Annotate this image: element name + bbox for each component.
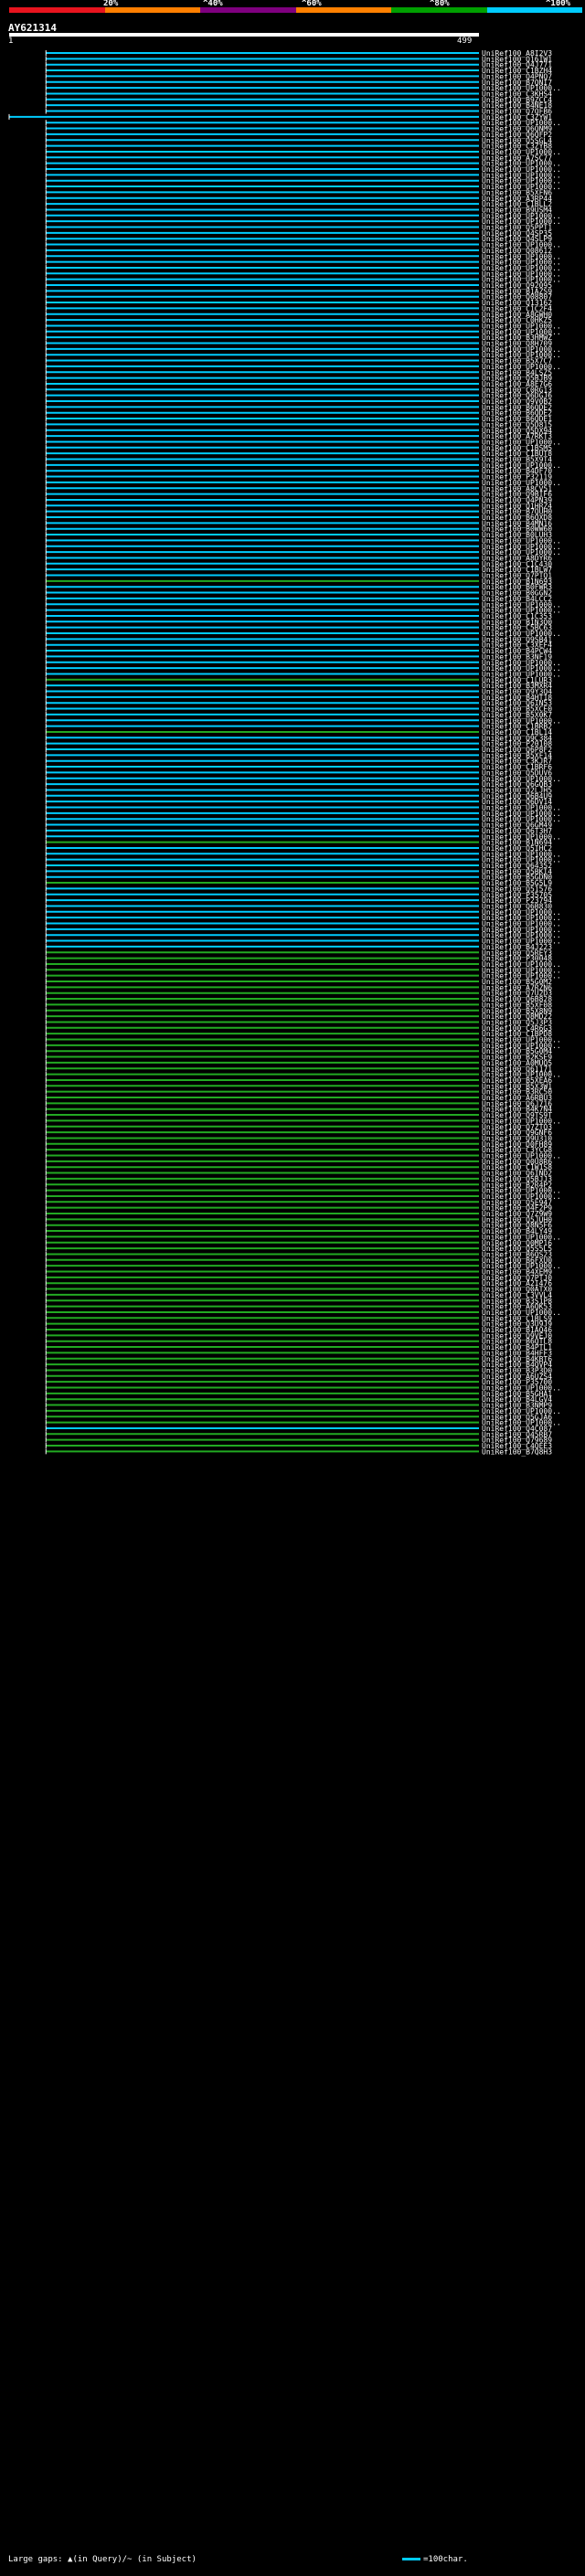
footer-scale-legend: =100char. [402, 2555, 468, 2565]
footer-gap-legend: Large gaps: ▲(in Query)/~ (in Subject) [8, 2555, 197, 2564]
hit-label[interactable]: UniRef100_B7Q8H3 [482, 1447, 552, 1456]
scale-seg-1 [9, 7, 105, 13]
legend-text: =100char. [423, 2555, 468, 2564]
scale-label-80: ^80% [430, 0, 450, 8]
scale-label-20: 20% [103, 0, 119, 8]
identity-scale-bar [9, 7, 582, 13]
scale-label-60: ^60% [302, 0, 322, 8]
hit-alignment-plot: UniRef100_A8I2V3UniRef100_Q16IW1UniRef10… [8, 50, 561, 1456]
query-id: AY621314 [8, 22, 57, 34]
scale-seg-2 [104, 7, 200, 13]
scale-label-40: ^40% [203, 0, 223, 8]
query-bar [9, 33, 479, 37]
scale-label-100: ^100% [546, 0, 571, 8]
legend-swatch [402, 2558, 420, 2560]
query-start: 1 [8, 37, 14, 46]
query-end: 499 [457, 37, 473, 46]
